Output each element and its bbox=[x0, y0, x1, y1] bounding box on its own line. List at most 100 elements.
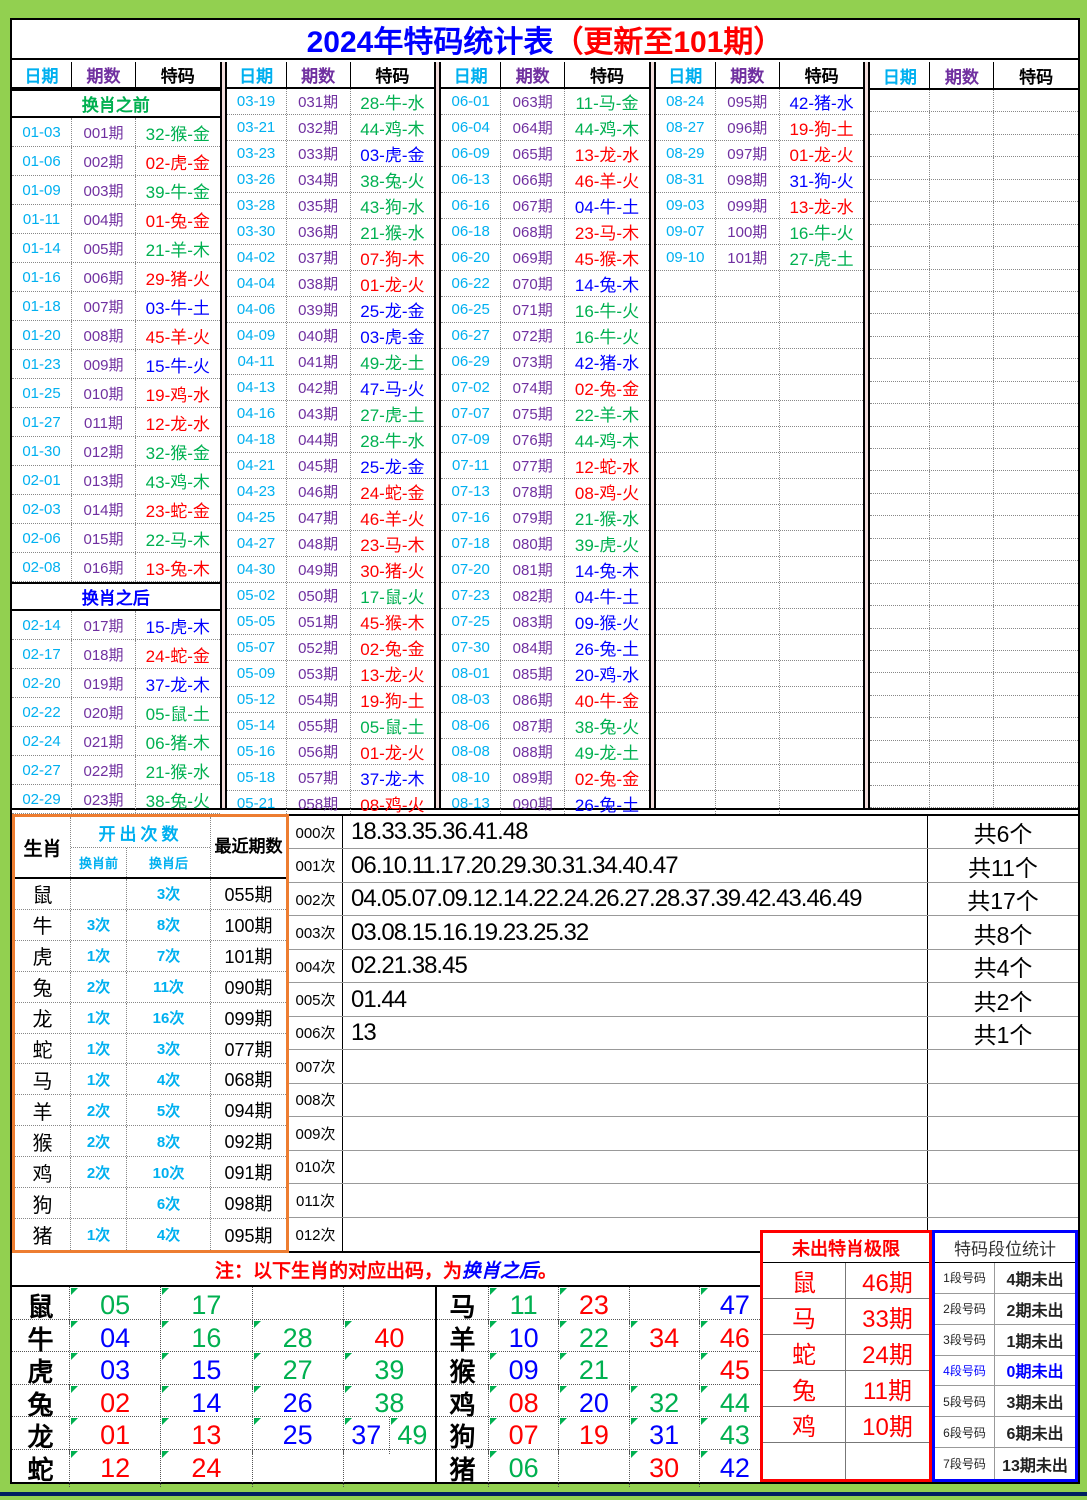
date-cell: 01-09 bbox=[12, 176, 72, 204]
segment-row: 5段号码3期未出 bbox=[935, 1386, 1075, 1417]
period-row: 07-09076期44-鸡-木 bbox=[441, 427, 649, 453]
code-cell: 16-牛-火 bbox=[780, 219, 864, 244]
period-row: 06-29073期42-猪-水 bbox=[441, 349, 649, 375]
period-cell: 033期 bbox=[287, 141, 351, 166]
code-cell bbox=[780, 661, 864, 686]
period-cell: 037期 bbox=[287, 245, 351, 270]
frequency-row: 010次 bbox=[289, 1151, 1078, 1184]
date-cell bbox=[656, 375, 716, 400]
period-cell: 055期 bbox=[287, 713, 351, 738]
after-count-cell: 10次 bbox=[127, 1157, 211, 1187]
period-cell: 068期 bbox=[501, 219, 565, 244]
segment-row: 1段号码4期未出 bbox=[935, 1263, 1075, 1294]
after-count-cell: 8次 bbox=[127, 910, 211, 940]
date-cell bbox=[870, 180, 930, 201]
number-cell bbox=[253, 1287, 344, 1324]
zodiac-cell: 牛 bbox=[12, 1320, 70, 1357]
code-cell: 03-虎-金 bbox=[351, 141, 435, 166]
code-cell: 13-龙-水 bbox=[565, 141, 649, 166]
period-row bbox=[870, 651, 1078, 673]
period-cell bbox=[930, 763, 994, 784]
number-cell: 19 bbox=[559, 1417, 629, 1454]
period-cell: 020期 bbox=[72, 698, 136, 726]
date-cell bbox=[656, 687, 716, 712]
period-cell: 045期 bbox=[287, 453, 351, 478]
period-row: 02-24021期06-猪-木 bbox=[12, 727, 220, 756]
date-cell: 05-05 bbox=[227, 609, 287, 634]
period-row: 06-16067期04-牛-土 bbox=[441, 193, 649, 219]
code-cell: 06-猪-木 bbox=[136, 727, 220, 755]
before-count-cell: 2次 bbox=[71, 1157, 127, 1187]
code-cell: 01-龙-火 bbox=[351, 271, 435, 296]
period-cell: 076期 bbox=[501, 427, 565, 452]
period-cell bbox=[930, 202, 994, 223]
zodiac-stats-row: 鼠3次055期 bbox=[15, 879, 286, 910]
period-row bbox=[656, 505, 864, 531]
zodiac-numbers-table-left: 鼠0517牛04162840虎03152739兔02142638龙0113253… bbox=[12, 1285, 437, 1482]
code-cell bbox=[994, 359, 1078, 380]
code-cell bbox=[780, 791, 864, 816]
period-row bbox=[656, 661, 864, 687]
period-cell: 014期 bbox=[72, 495, 136, 523]
date-cell: 05-12 bbox=[227, 687, 287, 712]
date-cell: 02-22 bbox=[12, 698, 72, 726]
segment-value: 6期未出 bbox=[995, 1417, 1075, 1447]
code-cell: 39-虎-火 bbox=[565, 531, 649, 556]
period-cell: 011期 bbox=[72, 408, 136, 436]
period-cell bbox=[930, 606, 994, 627]
date-cell: 06-18 bbox=[441, 219, 501, 244]
zodiac-cell: 兔 bbox=[15, 972, 71, 1002]
period-cell: 016期 bbox=[72, 553, 136, 581]
period-row bbox=[870, 516, 1078, 538]
code-cell: 29-猪-火 bbox=[136, 263, 220, 291]
code-cell: 16-牛-火 bbox=[565, 323, 649, 348]
period-row bbox=[656, 609, 864, 635]
period-cell: 034期 bbox=[287, 167, 351, 192]
period-cell: 047期 bbox=[287, 505, 351, 530]
period-row bbox=[870, 449, 1078, 471]
period-cell: 080期 bbox=[501, 531, 565, 556]
number-cell: 09 bbox=[489, 1352, 559, 1389]
code-cell bbox=[780, 713, 864, 738]
period-cell bbox=[846, 1443, 929, 1479]
period-cell: 11期 bbox=[846, 1371, 929, 1406]
period-row: 08-24095期42-猪-水 bbox=[656, 89, 864, 115]
period-row: 01-25010期19-鸡-水 bbox=[12, 379, 220, 408]
recent-period-cell: 094期 bbox=[211, 1095, 286, 1125]
code-cell bbox=[780, 739, 864, 764]
date-cell bbox=[870, 247, 930, 268]
code-cell: 38-兔-火 bbox=[565, 713, 649, 738]
period-cell bbox=[930, 314, 994, 335]
number-cell: 17 bbox=[161, 1287, 252, 1324]
zodiac-numbers-row: 狗07193143 bbox=[437, 1417, 770, 1450]
title-main: 2024年特码统计表 bbox=[307, 17, 554, 61]
date-cell: 06-27 bbox=[441, 323, 501, 348]
period-cell bbox=[930, 584, 994, 605]
period-row: 01-11004期01-兔-金 bbox=[12, 205, 220, 234]
period-cell: 097期 bbox=[716, 141, 780, 166]
code-cell: 08-鸡-火 bbox=[351, 791, 435, 816]
zodiac-cell: 羊 bbox=[437, 1320, 489, 1357]
zodiac-stats-row: 猪1次4次095期 bbox=[15, 1219, 286, 1250]
period-cell bbox=[930, 247, 994, 268]
period-row: 02-08016期13-兔-木 bbox=[12, 553, 220, 582]
missing-row: 兔11期 bbox=[763, 1371, 929, 1407]
zodiac-cell: 鼠 bbox=[763, 1263, 846, 1298]
date-cell: 06-25 bbox=[441, 297, 501, 322]
period-row bbox=[870, 359, 1078, 381]
code-cell: 27-虎-土 bbox=[780, 245, 864, 270]
period-cell bbox=[930, 539, 994, 560]
period-cell: 063期 bbox=[501, 89, 565, 114]
after-change-header: 换肖后 bbox=[127, 848, 210, 877]
missing-row: 鸡10期 bbox=[763, 1407, 929, 1443]
code-cell: 40-牛-金 bbox=[565, 687, 649, 712]
period-row bbox=[656, 375, 864, 401]
zodiac-cell: 猴 bbox=[437, 1352, 489, 1389]
date-cell: 04-11 bbox=[227, 349, 287, 374]
date-cell bbox=[870, 673, 930, 694]
code-cell: 15-牛-火 bbox=[136, 350, 220, 378]
segment-stats-table: 特码段位统计 1段号码4期未出2段号码2期未出3段号码1期未出4段号码0期未出5… bbox=[932, 1230, 1078, 1482]
code-cell: 26-兔-土 bbox=[565, 791, 649, 816]
segment-value: 2期未出 bbox=[995, 1294, 1075, 1324]
period-cell: 46期 bbox=[846, 1263, 929, 1298]
